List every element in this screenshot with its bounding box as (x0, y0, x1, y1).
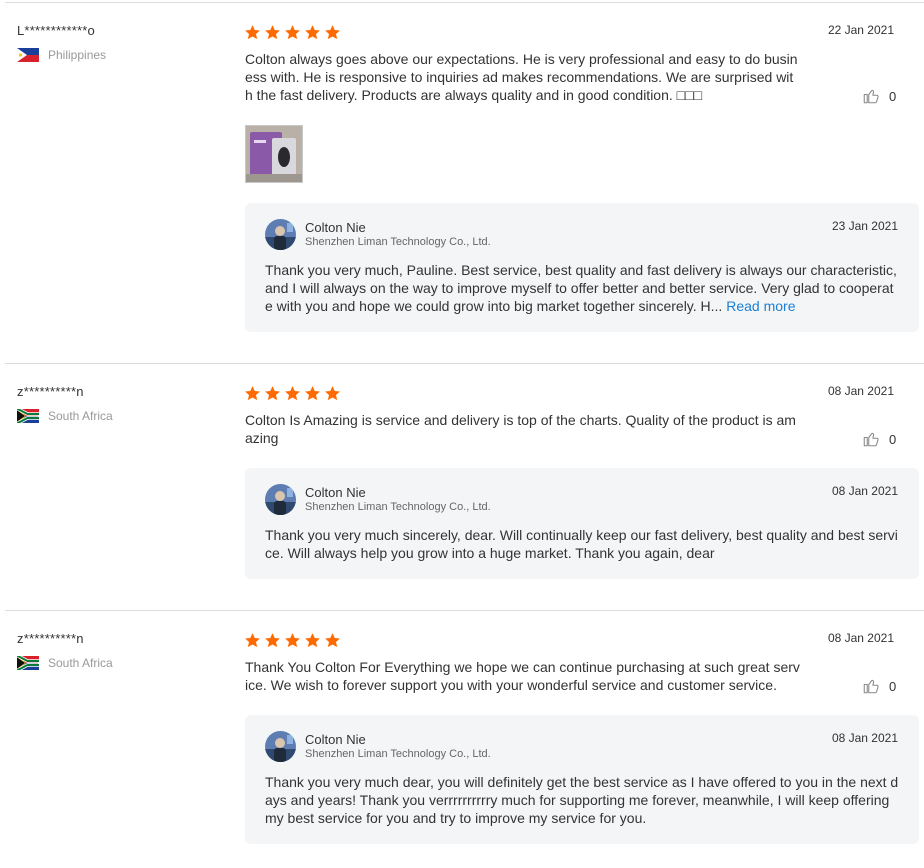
star-rating (244, 24, 341, 41)
product-photo-image (246, 126, 302, 182)
thumbs-up-icon (862, 677, 880, 695)
buyer-country: South Africa (17, 656, 113, 670)
star-icon (244, 24, 261, 41)
star-icon (284, 385, 301, 402)
thumbs-up-icon (862, 430, 880, 448)
buyer-country: South Africa (17, 409, 113, 423)
like-button[interactable]: 0 (862, 87, 896, 105)
like-count: 0 (889, 431, 897, 447)
seller-reply: Colton Nie Shenzhen Liman Technology Co.… (245, 203, 919, 332)
star-icon (304, 385, 321, 402)
reply-date: 08 Jan 2021 (831, 484, 898, 498)
buyer-country: Philippines (17, 48, 106, 62)
star-icon (324, 24, 341, 41)
review-text: Thank You Colton For Everything we hope … (245, 659, 800, 693)
read-more-link[interactable]: Read more (726, 298, 795, 314)
reply-text: Thank you very much, Pauline. Best servi… (265, 261, 899, 315)
seller-company: Shenzhen Liman Technology Co., Ltd. (305, 236, 491, 248)
seller-avatar (265, 484, 296, 515)
star-icon (304, 632, 321, 649)
review-item: z**********n South Africa 08 Jan 2021 Th… (0, 608, 924, 868)
seller-reply: Colton Nie Shenzhen Liman Technology Co.… (245, 715, 919, 844)
review-date: 22 Jan 2021 (827, 23, 894, 37)
thumbs-up-icon (862, 87, 880, 105)
buyer-name: z**********n (17, 631, 84, 646)
star-icon (244, 632, 261, 649)
star-icon (244, 385, 261, 402)
seller-avatar (265, 219, 296, 250)
review-text: Colton Is Amazing is service and deliver… (245, 412, 796, 446)
like-count: 0 (889, 678, 897, 694)
review-item: L************o Philippines 22 Jan 2021 C… (0, 0, 924, 362)
country-label: South Africa (48, 409, 113, 423)
reply-date: 23 Jan 2021 (831, 219, 898, 233)
star-rating (244, 632, 341, 649)
south-africa-flag-icon (17, 656, 39, 670)
star-icon (264, 24, 281, 41)
seller-avatar (265, 731, 296, 762)
star-icon (284, 24, 301, 41)
reply-text: Thank you very much sincerely, dear. Wil… (265, 527, 898, 561)
star-icon (264, 385, 281, 402)
seller-reply: Colton Nie Shenzhen Liman Technology Co.… (245, 468, 919, 579)
south-africa-flag-icon (17, 409, 39, 423)
buyer-name: L************o (17, 23, 95, 38)
reply-date: 08 Jan 2021 (831, 731, 898, 745)
philippines-flag-icon (17, 48, 39, 62)
reply-text-body: Thank you very much, Pauline. Best servi… (265, 262, 897, 314)
seller-name: Colton Nie (305, 220, 366, 235)
reply-text: Thank you very much dear, you will defin… (265, 774, 899, 826)
like-button[interactable]: 0 (862, 677, 896, 695)
star-icon (264, 632, 281, 649)
star-icon (324, 632, 341, 649)
seller-name: Colton Nie (305, 485, 366, 500)
review-date: 08 Jan 2021 (827, 631, 894, 645)
seller-company: Shenzhen Liman Technology Co., Ltd. (305, 748, 491, 760)
star-rating (244, 385, 341, 402)
review-photo-thumbnail[interactable] (245, 125, 303, 183)
star-icon (324, 385, 341, 402)
seller-company: Shenzhen Liman Technology Co., Ltd. (305, 501, 491, 513)
buyer-name: z**********n (17, 384, 84, 399)
review-item: z**********n South Africa 08 Jan 2021 Co… (0, 361, 924, 609)
star-icon (304, 24, 321, 41)
like-button[interactable]: 0 (862, 430, 896, 448)
like-count: 0 (889, 88, 897, 104)
star-icon (284, 632, 301, 649)
review-text: Colton always goes above our expectation… (245, 51, 798, 103)
country-label: Philippines (48, 48, 107, 62)
country-label: South Africa (48, 656, 113, 670)
review-date: 08 Jan 2021 (827, 384, 894, 398)
seller-name: Colton Nie (305, 732, 366, 747)
